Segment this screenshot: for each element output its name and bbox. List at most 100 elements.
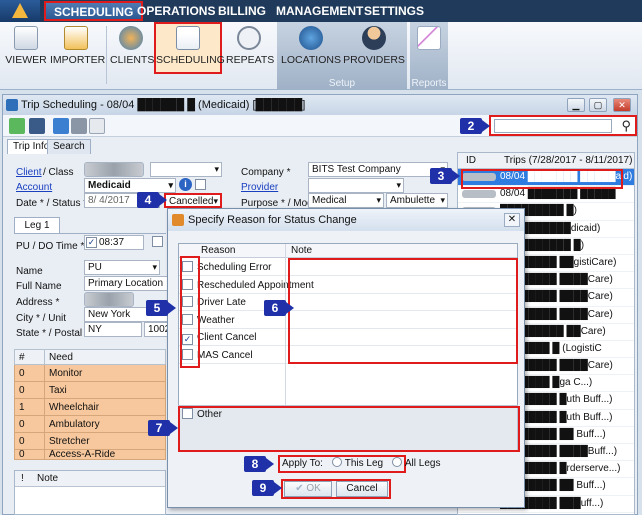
menu-management[interactable]: MANAGEMENT bbox=[276, 0, 363, 22]
notes-grid: ! Note bbox=[14, 470, 166, 515]
importer-label: IMPORTER bbox=[50, 54, 106, 66]
info-icon[interactable]: i bbox=[179, 178, 192, 191]
company-select[interactable]: BITS Test Company bbox=[308, 162, 448, 177]
state-field[interactable]: NY bbox=[84, 322, 142, 337]
need-count: 0 bbox=[14, 432, 45, 450]
table-row[interactable]: 0 Access-A-Ride bbox=[14, 449, 166, 460]
status-select[interactable]: Cancelled bbox=[164, 193, 222, 208]
cancel-button[interactable]: Cancel bbox=[336, 481, 388, 497]
setup-group-label: Setup bbox=[328, 78, 356, 89]
needs-col-count: # bbox=[14, 349, 45, 365]
need-count: 1 bbox=[14, 398, 45, 416]
name-label: Name bbox=[16, 266, 43, 277]
account-select[interactable]: Medicaid bbox=[84, 178, 176, 193]
list-icon[interactable] bbox=[53, 118, 69, 134]
callout-8: 8 bbox=[244, 456, 274, 472]
status-reason-dialog: Specify Reason for Status Change ✕ Reaso… bbox=[167, 208, 525, 508]
menu-operations[interactable]: OPERATIONS bbox=[137, 0, 215, 22]
locations-label: LOCATIONS bbox=[281, 54, 341, 66]
city-unit-label: City * / Unit bbox=[16, 313, 67, 324]
minimize-button[interactable]: ▁ bbox=[567, 98, 585, 112]
full-name-field[interactable]: Primary Location bbox=[84, 276, 168, 291]
col-note: Note bbox=[291, 245, 313, 256]
postal-field[interactable]: 10028 bbox=[144, 322, 168, 337]
app-logo bbox=[0, 0, 40, 22]
this-leg-radio[interactable] bbox=[331, 457, 342, 467]
menu-settings[interactable]: SETTINGS bbox=[364, 0, 424, 22]
check-icon: ✔ bbox=[295, 483, 307, 494]
search-input[interactable] bbox=[494, 119, 612, 133]
provider-label[interactable]: Provider bbox=[241, 182, 278, 193]
dialog-title: Specify Reason for Status Change bbox=[188, 214, 357, 226]
table-row[interactable]: 0 Monitor bbox=[14, 364, 166, 382]
address-field[interactable] bbox=[84, 292, 134, 307]
need-name: Monitor bbox=[44, 364, 166, 382]
attach-icon[interactable] bbox=[71, 118, 87, 134]
window-icon bbox=[6, 99, 18, 111]
tab-leg-1[interactable]: Leg 1 bbox=[14, 217, 60, 233]
dialog-icon bbox=[172, 214, 184, 226]
pu-time-checkbox[interactable]: ✓ bbox=[86, 237, 97, 248]
scheduling-button[interactable]: SCHEDULING bbox=[154, 22, 225, 74]
dialog-titlebar: Specify Reason for Status Change ✕ bbox=[168, 209, 524, 231]
pu-do-time-label: PU / DO Time * bbox=[16, 241, 85, 252]
menu-scheduling[interactable]: SCHEDULING bbox=[44, 1, 144, 21]
search-box: ⚲ bbox=[489, 115, 637, 136]
notes-col-flag: ! bbox=[21, 473, 24, 484]
name-select[interactable]: PU bbox=[84, 260, 160, 275]
save-icon[interactable] bbox=[29, 118, 45, 134]
client-field[interactable] bbox=[84, 162, 144, 177]
callout-6: 6 bbox=[264, 300, 294, 316]
other-highlight bbox=[178, 406, 520, 452]
account-label[interactable]: Account bbox=[16, 182, 52, 193]
repeats-label: REPEATS bbox=[226, 54, 275, 66]
scheduling-label: SCHEDULING bbox=[156, 54, 225, 66]
print-icon[interactable] bbox=[89, 118, 105, 134]
importer-icon bbox=[64, 26, 88, 50]
menu-billing[interactable]: BILLING bbox=[218, 0, 266, 22]
locations-button[interactable]: LOCATIONS bbox=[281, 24, 341, 72]
search-icon[interactable]: ⚲ bbox=[621, 118, 631, 134]
setup-group: LOCATIONS PROVIDERS Setup bbox=[277, 22, 407, 90]
redacted-id bbox=[462, 190, 496, 199]
needs-table: # Need 0 Monitor 0 Taxi 1 Wheelchair 0 Ambul… bbox=[14, 349, 166, 460]
viewer-icon bbox=[14, 26, 38, 50]
callout-3: 3 bbox=[430, 168, 460, 184]
calendar-icon bbox=[176, 26, 200, 50]
clients-button[interactable]: CLIENTS bbox=[110, 24, 154, 72]
ok-button[interactable]: ✔ OK bbox=[284, 481, 332, 497]
importer-button[interactable]: IMPORTER bbox=[50, 24, 106, 72]
do-time-checkbox[interactable] bbox=[152, 236, 163, 247]
mode-select[interactable]: Ambulette bbox=[386, 193, 448, 208]
reason-label: Scheduling Error bbox=[197, 262, 272, 273]
client-label[interactable]: Client bbox=[16, 167, 42, 178]
callout-9: 9 bbox=[252, 480, 282, 496]
close-button[interactable]: ✕ bbox=[613, 98, 631, 112]
dialog-close-button[interactable]: ✕ bbox=[504, 213, 520, 227]
class-select[interactable] bbox=[150, 162, 222, 177]
selected-trip-highlight bbox=[461, 169, 623, 189]
viewer-button[interactable]: VIEWER bbox=[4, 24, 48, 72]
tab-search[interactable]: Search bbox=[47, 139, 91, 154]
need-count: 0 bbox=[14, 449, 45, 460]
new-icon[interactable] bbox=[9, 118, 25, 134]
table-row[interactable]: 1 Wheelchair bbox=[14, 398, 166, 416]
this-leg-label: This Leg bbox=[344, 458, 384, 469]
globe-icon bbox=[299, 26, 323, 50]
person-icon bbox=[362, 26, 386, 50]
provider-select[interactable] bbox=[308, 178, 404, 193]
reason-label: Client Cancel bbox=[197, 332, 257, 343]
trips-col-range: Trips (7/28/2017 - 8/11/2017) bbox=[504, 155, 633, 166]
table-row[interactable]: 0 Taxi bbox=[14, 381, 166, 399]
account-checkbox[interactable] bbox=[195, 179, 206, 190]
all-legs-radio[interactable] bbox=[391, 457, 402, 467]
reports-button[interactable] bbox=[414, 24, 444, 72]
reports-group: Reports bbox=[410, 22, 448, 90]
table-row[interactable]: 0 Stretcher bbox=[14, 432, 166, 450]
reason-grid-header: Reason Note bbox=[179, 244, 517, 258]
purpose-select[interactable]: Medical bbox=[308, 193, 384, 208]
repeats-button[interactable]: REPEATS bbox=[226, 24, 275, 72]
providers-button[interactable]: PROVIDERS bbox=[343, 24, 405, 72]
table-row[interactable]: 0 Ambulatory bbox=[14, 415, 166, 433]
maximize-button[interactable]: ▢ bbox=[589, 98, 607, 112]
